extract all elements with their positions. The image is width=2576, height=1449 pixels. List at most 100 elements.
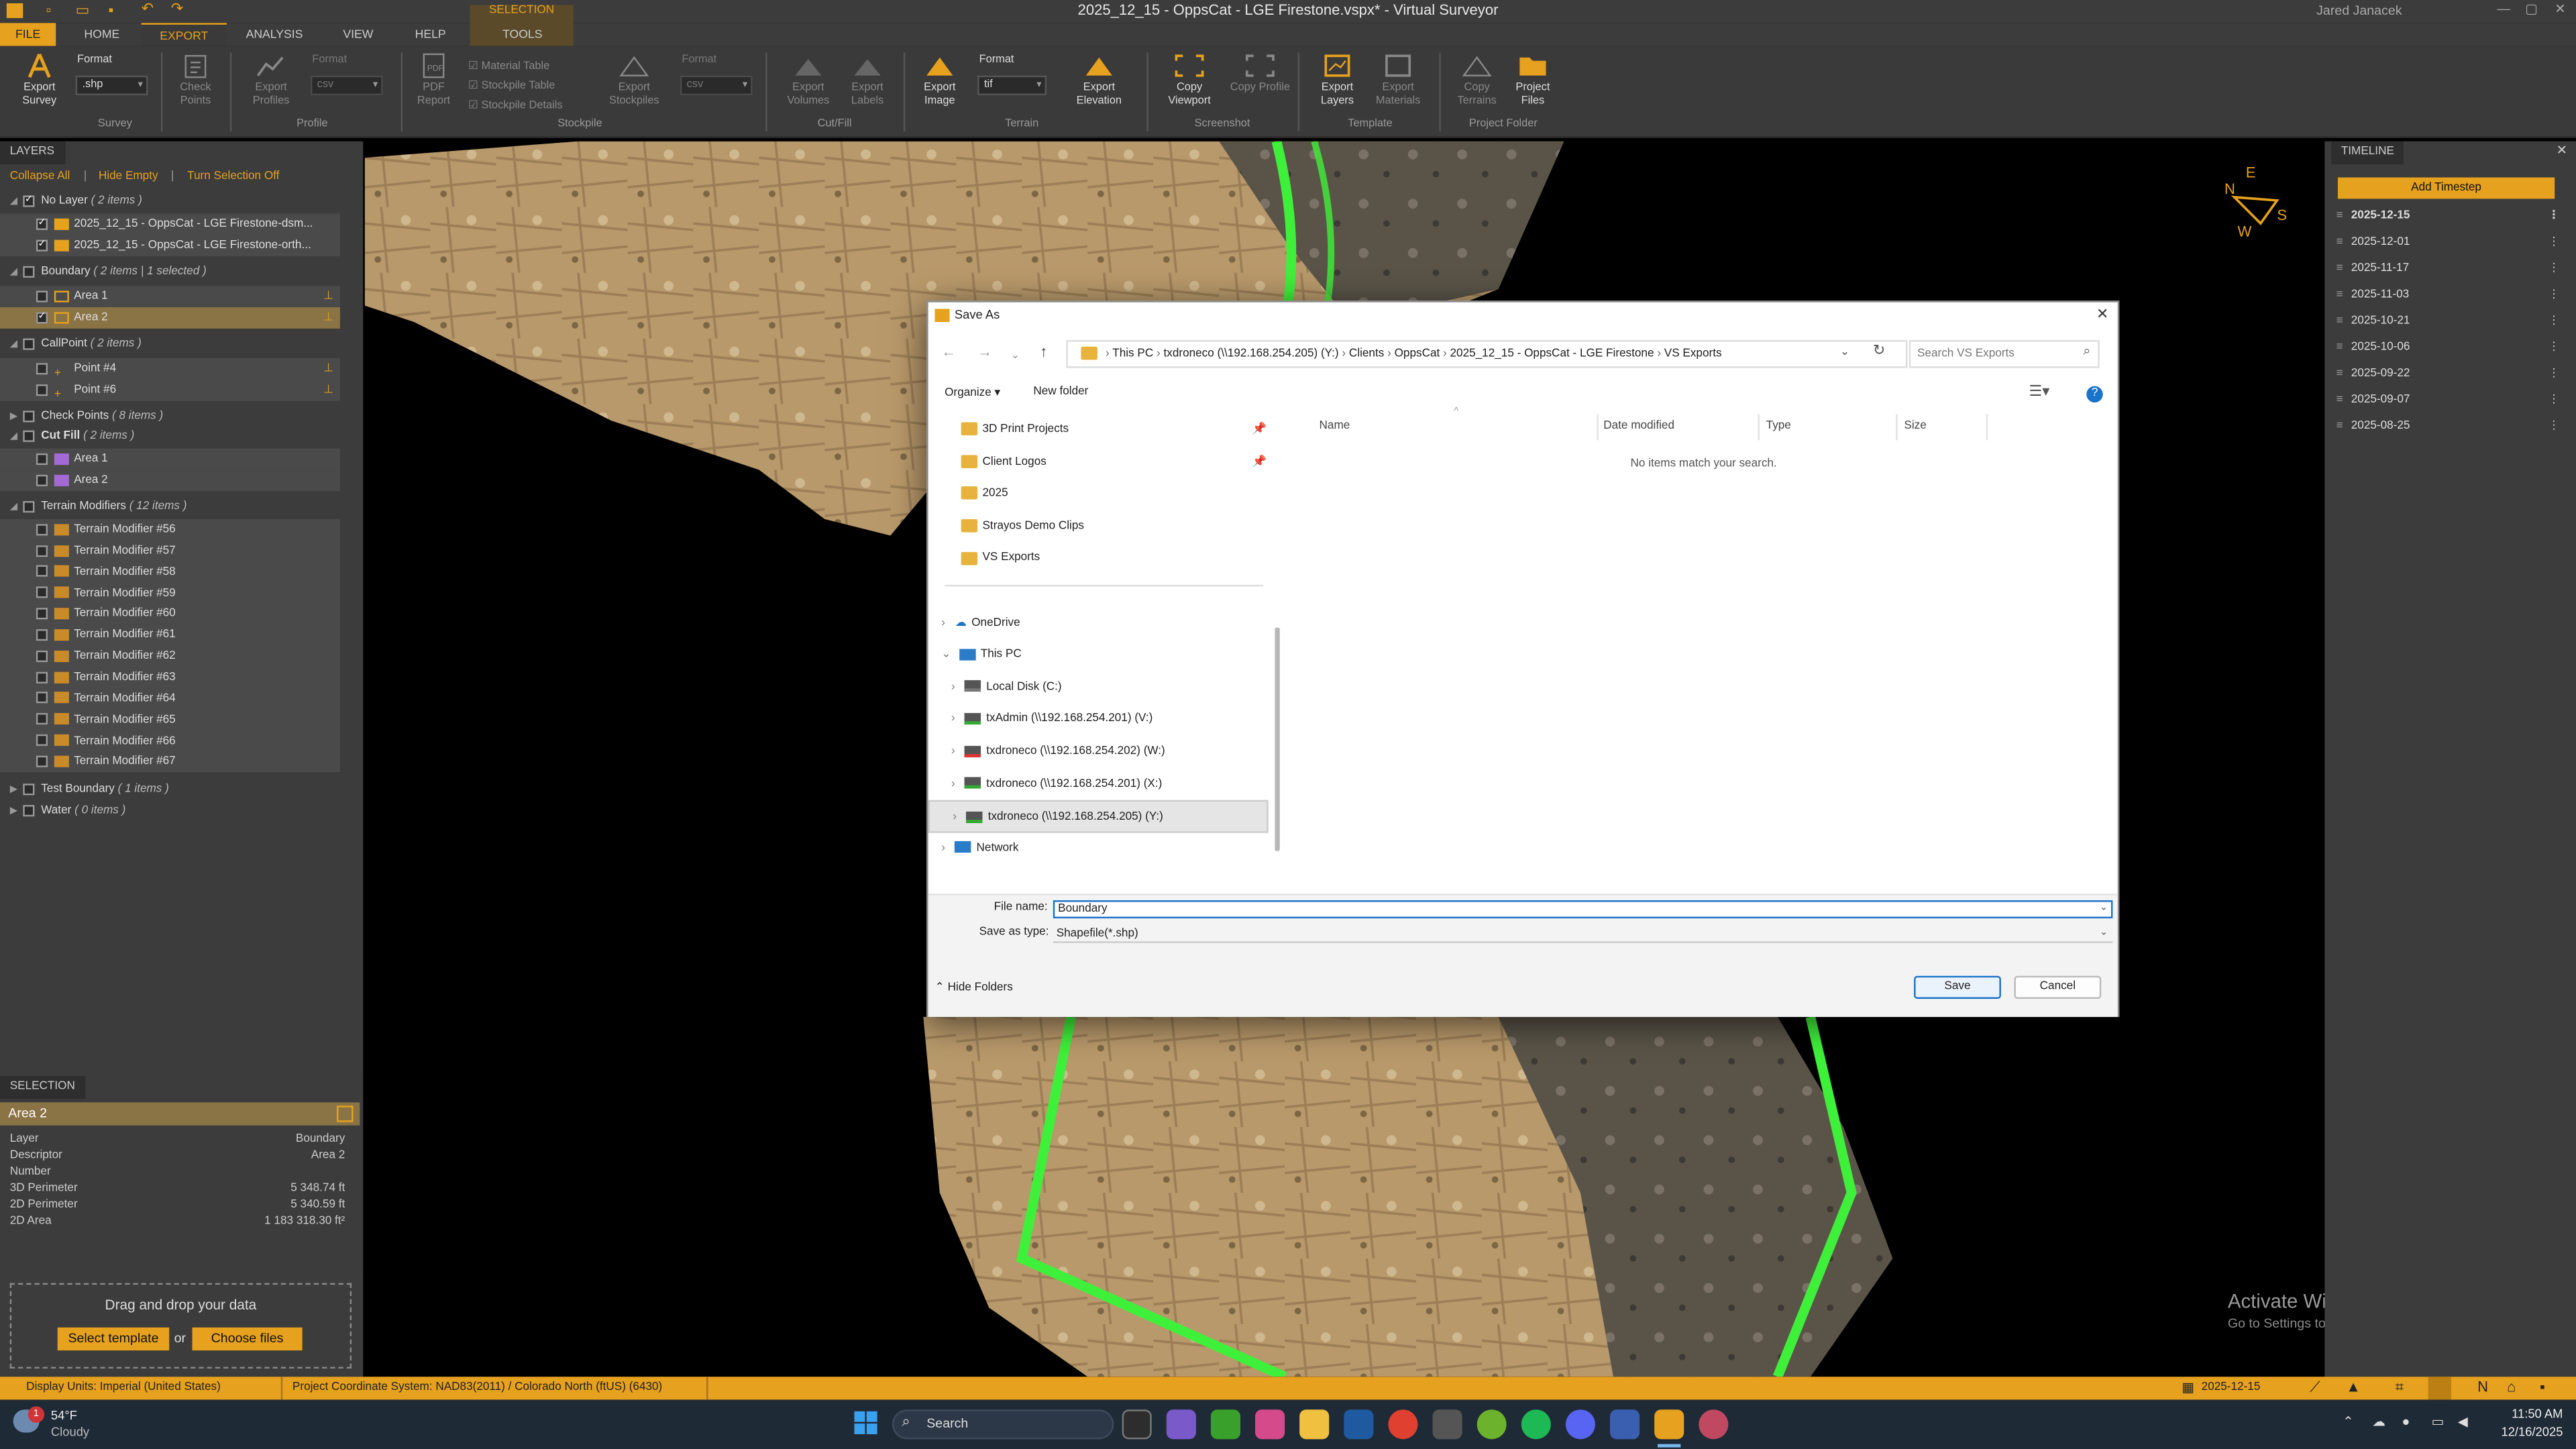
file-name-input[interactable]: Boundary — [1053, 900, 2113, 918]
timeline-item[interactable]: ≡ 2025-12-01 ⋮ — [2336, 230, 2566, 256]
select-template-button[interactable]: Select template — [57, 1327, 170, 1351]
export-layers-button[interactable]: Export Layers — [1307, 52, 1366, 107]
nav-network[interactable]: › Network — [928, 833, 1018, 865]
grid-icon[interactable]: ⌗ — [2396, 1379, 2404, 1397]
choose-files-button[interactable]: Choose files — [192, 1327, 303, 1351]
drag-handle-icon[interactable]: ≡ — [2336, 289, 2343, 301]
copilot-icon[interactable] — [1255, 1409, 1285, 1440]
nav-drive-selected[interactable]: › txdroneco (\\192.168.254.205) (Y:) — [928, 800, 1269, 833]
profile-format-select[interactable]: csv — [310, 75, 383, 96]
layer-item[interactable]: + Point #4 ⊥ — [0, 358, 340, 380]
layer-checkbox[interactable] — [23, 410, 35, 422]
nav-folder-item[interactable]: VS Exports — [928, 543, 1040, 575]
clock-time[interactable]: 11:50 AM — [2481, 1406, 2563, 1421]
layer-checkbox[interactable] — [36, 362, 48, 374]
weather-temp[interactable]: 54°F — [51, 1408, 77, 1423]
refresh-icon[interactable]: ↻ — [1873, 341, 1885, 360]
layer-item[interactable]: Terrain Modifier #62 — [0, 645, 340, 667]
file-list[interactable]: ^ Name Date modified Type Size No items … — [1289, 407, 2117, 882]
layer-item[interactable]: Terrain Modifier #66 — [0, 730, 340, 752]
more-icon[interactable]: ⋮ — [2548, 256, 2559, 282]
add-timestep-button[interactable]: Add Timestep — [2337, 177, 2555, 199]
layer-item[interactable]: + Point #6 ⊥ — [0, 379, 340, 401]
nav-drive[interactable]: › txdroneco (\\192.168.254.201) (X:) — [928, 768, 1162, 800]
layer-group-no-layer[interactable]: ◢ ✓ No Layer ( 2 items ) — [0, 191, 142, 212]
material-table-checkbox[interactable]: Material Table — [468, 59, 550, 72]
breadcrumb-item[interactable]: txdroneco (\\192.168.254.205) (Y:) — [1164, 348, 1339, 360]
copy-viewport-button[interactable]: Copy Viewport — [1157, 52, 1222, 107]
drag-handle-icon[interactable]: ≡ — [2336, 210, 2343, 221]
layer-checkbox[interactable] — [23, 783, 35, 795]
layer-checkbox[interactable] — [36, 384, 48, 396]
close-icon[interactable]: ✕ — [2555, 1, 2565, 16]
expand-icon[interactable]: › — [951, 714, 955, 725]
volume-icon[interactable]: ◀ — [2458, 1415, 2468, 1430]
tab-analysis[interactable]: ANALYSIS — [237, 23, 313, 46]
expand-icon[interactable]: › — [951, 682, 955, 693]
drag-handle-icon[interactable]: ≡ — [2336, 263, 2343, 274]
app-icon[interactable] — [1699, 1409, 1729, 1440]
layer-group-boundary[interactable]: ◢ Boundary ( 2 items | 1 selected ) — [0, 261, 207, 282]
save-icon[interactable]: ▪ — [109, 1, 114, 17]
nav-this-pc[interactable]: ⌄ This PC — [928, 639, 1022, 672]
survey-format-select[interactable]: .shp — [75, 75, 148, 96]
recent-locations-icon[interactable]: ⌄ — [1010, 348, 1020, 362]
nav-folder-item[interactable]: 3D Print Projects 📌 — [928, 414, 1270, 446]
layer-group-terrain-modifiers[interactable]: ◢ Terrain Modifiers ( 12 items ) — [0, 496, 186, 518]
layer-checkbox[interactable] — [36, 566, 48, 578]
layer-checkbox[interactable] — [36, 290, 48, 302]
user-name[interactable]: Jared Janacek — [2316, 3, 2481, 18]
cancel-button[interactable]: Cancel — [2014, 975, 2102, 999]
layer-item[interactable]: Terrain Modifier #59 — [0, 582, 340, 604]
more-icon[interactable]: ⋮ — [2548, 414, 2559, 440]
timeline-item[interactable]: ≡ 2025-09-22 ⋮ — [2336, 362, 2566, 388]
dialog-close-icon[interactable]: ✕ — [2096, 306, 2108, 324]
collapse-all-link[interactable]: Collapse All — [10, 171, 70, 182]
address-bar[interactable]: › This PC › txdroneco (\\192.168.254.205… — [1066, 339, 1908, 368]
layer-item[interactable]: Area 1 ⊥ — [0, 286, 340, 307]
layer-checkbox[interactable]: ✓ — [36, 311, 48, 323]
pin-icon[interactable]: ⊥ — [323, 286, 333, 307]
more-icon[interactable]: ⋮ — [2548, 230, 2559, 256]
stockpile-format-select[interactable]: csv — [680, 75, 753, 96]
pin-icon[interactable]: 📌 — [1252, 446, 1267, 478]
layer-checkbox[interactable] — [23, 265, 35, 278]
drag-handle-icon[interactable]: ≡ — [2336, 394, 2343, 406]
nav-drive[interactable]: › txAdmin (\\192.168.254.201) (V:) — [928, 704, 1152, 736]
discord-icon[interactable] — [1565, 1409, 1595, 1440]
pin-icon[interactable]: 📌 — [1252, 414, 1267, 446]
search-input[interactable]: Search VS Exports — [1909, 339, 2100, 368]
view-options-icon[interactable]: ☰▾ — [2029, 383, 2050, 401]
layer-item[interactable]: ✓ 2025_12_15 - OppsCat - LGE Firestone-ds… — [0, 213, 340, 235]
layer-checkbox[interactable] — [36, 608, 48, 620]
breadcrumb-item[interactable]: Clients — [1349, 348, 1384, 360]
drag-handle-icon[interactable]: ≡ — [2336, 315, 2343, 327]
calculator-icon[interactable] — [1432, 1409, 1462, 1440]
layer-checkbox[interactable] — [36, 523, 48, 535]
layer-checkbox[interactable] — [36, 671, 48, 683]
stockpile-table-checkbox[interactable]: Stockpile Table — [468, 79, 555, 92]
tab-file[interactable]: FILE — [0, 23, 56, 46]
forward-icon[interactable]: → — [977, 343, 992, 360]
open-folder-icon[interactable]: ▭ — [76, 1, 90, 19]
up-folder-icon[interactable]: ↑ — [1040, 343, 1047, 360]
export-survey-button[interactable]: Export Survey — [7, 52, 72, 107]
more-icon[interactable]: ⋮ — [2548, 309, 2559, 335]
copy-profile-button[interactable]: Copy Profile — [1229, 52, 1291, 94]
drag-handle-icon[interactable]: ≡ — [2336, 368, 2343, 380]
calendar-icon[interactable]: ▦ — [2182, 1380, 2194, 1395]
tab-view[interactable]: VIEW — [329, 23, 388, 46]
layer-item-selected[interactable]: ✓ Area 2 ⊥ — [0, 307, 340, 329]
measure-icon[interactable]: ⟋ — [2310, 1379, 2320, 1397]
check-points-button[interactable]: Check Points — [168, 52, 223, 107]
more-icon[interactable]: ⋮ — [2548, 335, 2559, 362]
new-folder-button[interactable]: New folder — [1033, 386, 1088, 398]
virtual-surveyor-taskbar-icon[interactable] — [1654, 1409, 1684, 1440]
collapse-icon[interactable]: ◢ — [10, 263, 23, 284]
breadcrumb-item[interactable]: 2025_12_15 - OppsCat - LGE Firestone — [1450, 348, 1654, 360]
layer-item[interactable]: ✓ 2025_12_15 - OppsCat - LGE Firestone-or… — [0, 235, 340, 257]
file-name-dropdown-icon[interactable]: ⌄ — [2100, 902, 2108, 914]
hide-empty-link[interactable]: Hide Empty — [99, 171, 158, 182]
clock-date[interactable]: 12/16/2025 — [2481, 1424, 2563, 1439]
north-icon[interactable]: N — [2477, 1379, 2488, 1395]
